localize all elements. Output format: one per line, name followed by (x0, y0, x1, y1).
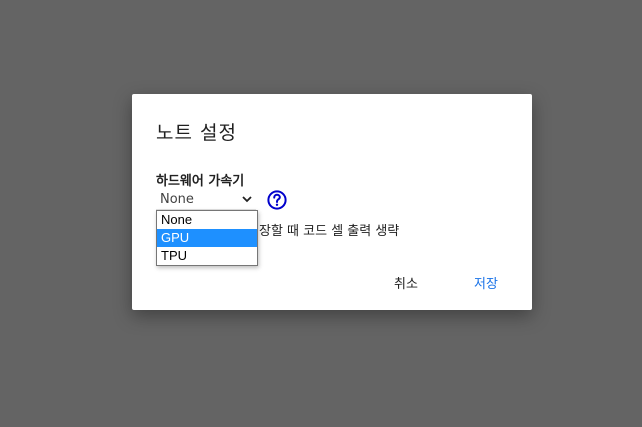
omit-output-checkbox-label[interactable]: 장할 때 코드 셀 출력 생략 (259, 220, 399, 239)
accelerator-option-gpu[interactable]: GPU (157, 229, 257, 247)
notebook-settings-dialog: 노트 설정 하드웨어 가속기 None 장할 때 코드 셀 출력 생략 취소 저… (132, 94, 532, 310)
cancel-button[interactable]: 취소 (394, 273, 418, 292)
accelerator-dropdown-list: None GPU TPU (156, 210, 258, 266)
chevron-down-icon (242, 196, 252, 203)
hardware-accelerator-select[interactable]: None (156, 191, 256, 210)
select-value: None (160, 192, 194, 207)
help-icon[interactable] (267, 190, 287, 210)
save-button[interactable]: 저장 (474, 273, 498, 292)
accelerator-option-none[interactable]: None (157, 211, 257, 229)
dialog-title: 노트 설정 (156, 122, 237, 144)
hardware-accelerator-label: 하드웨어 가속기 (156, 174, 245, 189)
accelerator-option-tpu[interactable]: TPU (157, 247, 257, 265)
